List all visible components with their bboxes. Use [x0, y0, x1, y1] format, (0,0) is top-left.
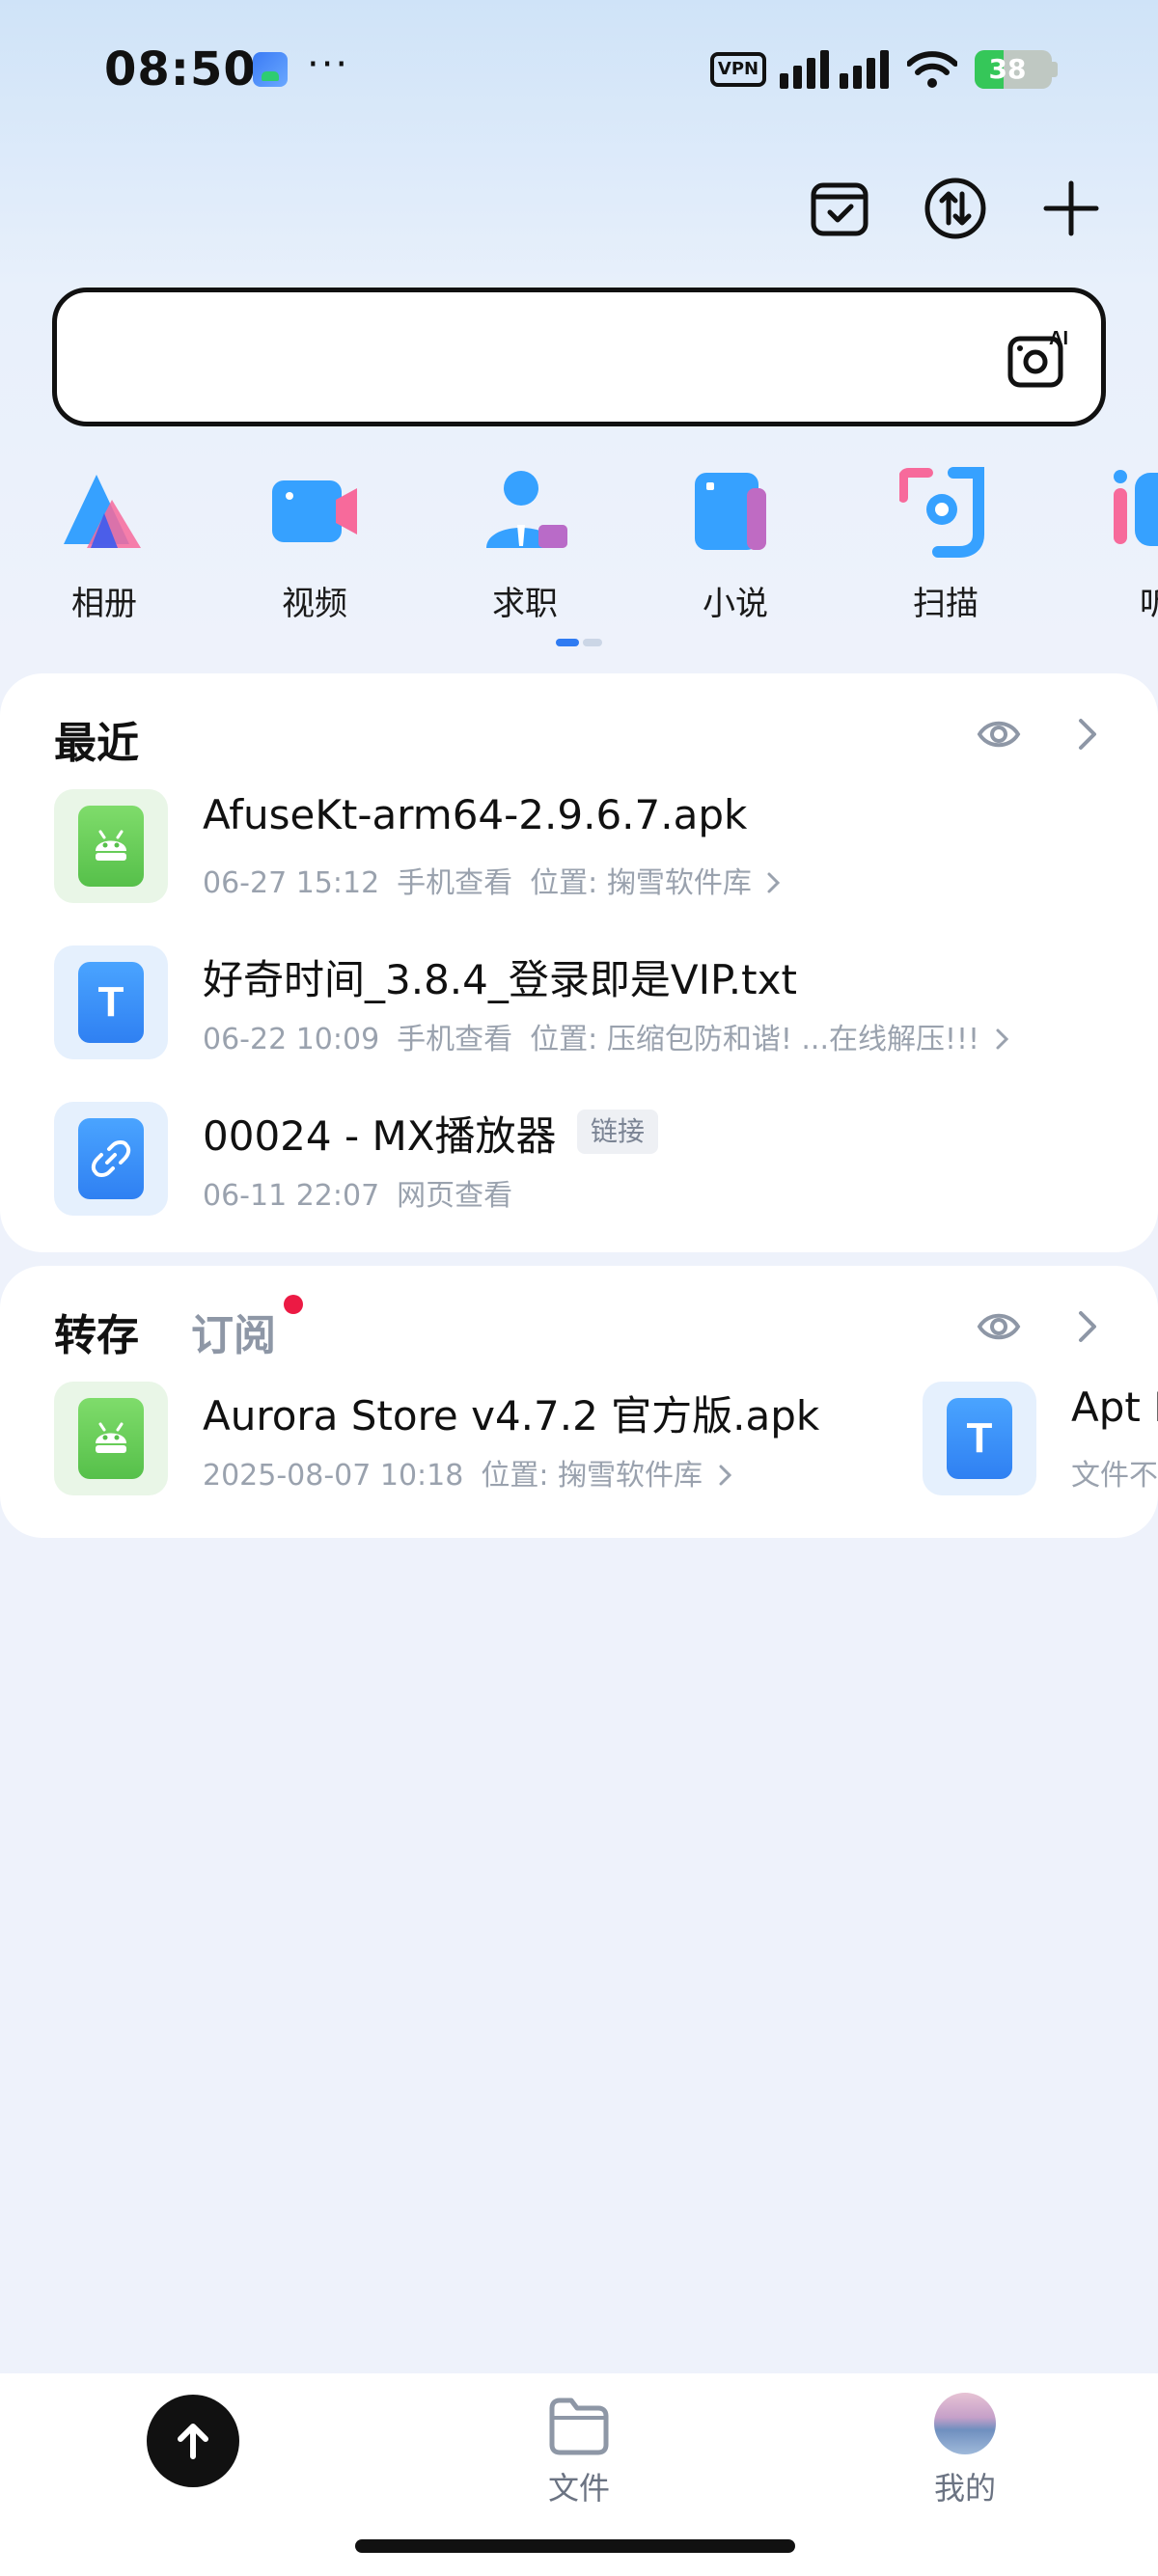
transfer-icon[interactable]: [921, 174, 990, 243]
category-label: 视频: [282, 585, 347, 623]
link-file-icon: [54, 1102, 168, 1216]
folder-icon: [549, 2398, 609, 2455]
apk-file-icon: [54, 1382, 168, 1495]
search-input[interactable]: [86, 312, 954, 402]
recent-file-row[interactable]: AfuseKt-arm64-2.9.6.7.apk 06-27 15:12 手机查…: [0, 770, 1158, 915]
eye-icon[interactable]: [977, 712, 1021, 756]
chevron-right-icon[interactable]: [1073, 712, 1102, 756]
album-icon: [64, 475, 141, 548]
battery-icon: 38: [975, 50, 1052, 89]
file-meta: 2025-08-07 10:18 位置: 掬雪软件库: [203, 1451, 735, 1494]
chevron-right-icon: [996, 1028, 1008, 1050]
file-meta: 06-22 10:09 手机查看 位置: 压缩包防和谐! ...在线解压!!!: [203, 1015, 1012, 1057]
category-label: 相册: [71, 585, 137, 623]
avatar: [934, 2393, 996, 2454]
chevron-right-icon: [719, 1465, 731, 1486]
nav-mine-label: 我的: [933, 2470, 996, 2507]
category-scan[interactable]: 扫描: [861, 453, 1015, 627]
search-bar[interactable]: AI: [52, 288, 1106, 426]
signal-icon: [780, 50, 892, 89]
category-novel[interactable]: 小说: [650, 453, 805, 627]
job-icon: [486, 471, 567, 548]
txt-file-icon: T: [54, 945, 168, 1059]
category-row: 相册 视频 求职 小说 扫描 听: [0, 453, 1158, 637]
apk-file-icon: [54, 789, 168, 903]
nav-files-label: 文件: [547, 2470, 610, 2507]
vpn-icon: VPN: [710, 52, 766, 87]
file-name: 好奇时间_3.8.4_登录即是VIP.txt: [203, 956, 797, 1003]
file-meta: 06-27 15:12 手机查看 位置: 掬雪软件库: [203, 859, 784, 901]
home-indicator[interactable]: [355, 2539, 795, 2553]
recent-file-row[interactable]: T 好奇时间_3.8.4_登录即是VIP.txt 06-22 10:09 手机查看…: [0, 926, 1158, 1071]
add-icon[interactable]: [1036, 174, 1106, 243]
calendar-check-icon[interactable]: [805, 174, 874, 243]
app-screen: 08:50 ··· VPN 38 AI 相册 视频 求职 小说 扫描 听 最近 …: [0, 0, 1158, 2576]
category-page-indicator: [556, 639, 602, 646]
saved-file-card[interactable]: T Apt F 文件不: [868, 1362, 1158, 1507]
chevron-right-icon: [767, 872, 781, 893]
file-view: 手机查看: [397, 1023, 513, 1056]
recent-card: 最近 AfuseKt-arm64-2.9.6.7.apk 06-27 15:12…: [0, 673, 1158, 1252]
file-meta: 06-11 22:07 网页查看: [203, 1171, 512, 1214]
svg-text:AI: AI: [1049, 328, 1068, 349]
notification-dot: [284, 1295, 303, 1314]
upload-button[interactable]: [147, 2395, 239, 2487]
file-view: 手机查看: [397, 866, 513, 900]
battery-percent: 38: [988, 53, 1027, 85]
video-icon: [272, 480, 357, 542]
chevron-right-icon[interactable]: [1073, 1304, 1102, 1349]
category-album[interactable]: 相册: [19, 453, 174, 627]
file-location[interactable]: 位置: 掬雪软件库: [481, 1459, 703, 1493]
listen-icon: [1114, 470, 1158, 546]
notification-app-icon: [253, 52, 288, 87]
tab-saved[interactable]: 转存: [54, 1301, 139, 1362]
category-label: 扫描: [913, 585, 979, 623]
arrow-up-icon: [178, 2424, 208, 2459]
txt-file-icon: T: [923, 1382, 1036, 1495]
category-video[interactable]: 视频: [230, 453, 384, 627]
page-dot-active: [556, 639, 579, 646]
file-date: 06-22 10:09: [203, 1023, 380, 1056]
eye-icon[interactable]: [977, 1304, 1021, 1349]
status-bar: 08:50 ··· VPN 38: [0, 0, 1158, 145]
file-name: Aurora Store v4.7.2 官方版.apk: [203, 1392, 820, 1439]
file-date: 06-27 15:12: [203, 866, 380, 900]
file-location[interactable]: 位置: 掬雪软件库: [530, 866, 752, 900]
file-name: AfuseKt-arm64-2.9.6.7.apk: [203, 791, 748, 838]
category-job[interactable]: 求职: [440, 453, 594, 627]
category-listen[interactable]: 听: [1071, 453, 1158, 627]
file-date: 2025-08-07 10:18: [203, 1459, 464, 1493]
link-tag: 链接: [577, 1110, 659, 1154]
category-label: 小说: [703, 585, 768, 623]
category-label: 求职: [492, 585, 558, 623]
tab-subscribe[interactable]: 订阅: [191, 1301, 276, 1362]
page-dot: [583, 639, 602, 646]
file-name: Apt F: [1071, 1384, 1158, 1431]
saved-file-card[interactable]: Aurora Store v4.7.2 官方版.apk 2025-08-07 1…: [0, 1362, 868, 1507]
file-location[interactable]: 位置: 压缩包防和谐! ...在线解压!!!: [530, 1023, 979, 1056]
recent-file-row[interactable]: 00024 - MX播放器 链接 06-11 22:07 网页查看: [0, 1082, 1158, 1227]
novel-icon: [695, 473, 766, 550]
scan-icon: [899, 467, 984, 558]
category-label: 听: [1140, 585, 1158, 623]
wifi-icon: [907, 51, 957, 88]
file-view: 网页查看: [397, 1179, 513, 1213]
ai-camera-icon[interactable]: AI: [1006, 325, 1074, 393]
file-meta: 文件不: [1071, 1459, 1158, 1493]
battery-nub: [1052, 62, 1058, 77]
status-time: 08:50: [104, 42, 257, 96]
saved-card: 转存 订阅 Aurora Store v4.7.2 官方版.apk 2025-0…: [0, 1266, 1158, 1538]
more-notifications-icon: ···: [307, 42, 350, 87]
recent-title: 最近: [54, 719, 139, 768]
file-name: 00024 - MX播放器: [203, 1112, 557, 1160]
file-date: 06-11 22:07: [203, 1179, 380, 1213]
